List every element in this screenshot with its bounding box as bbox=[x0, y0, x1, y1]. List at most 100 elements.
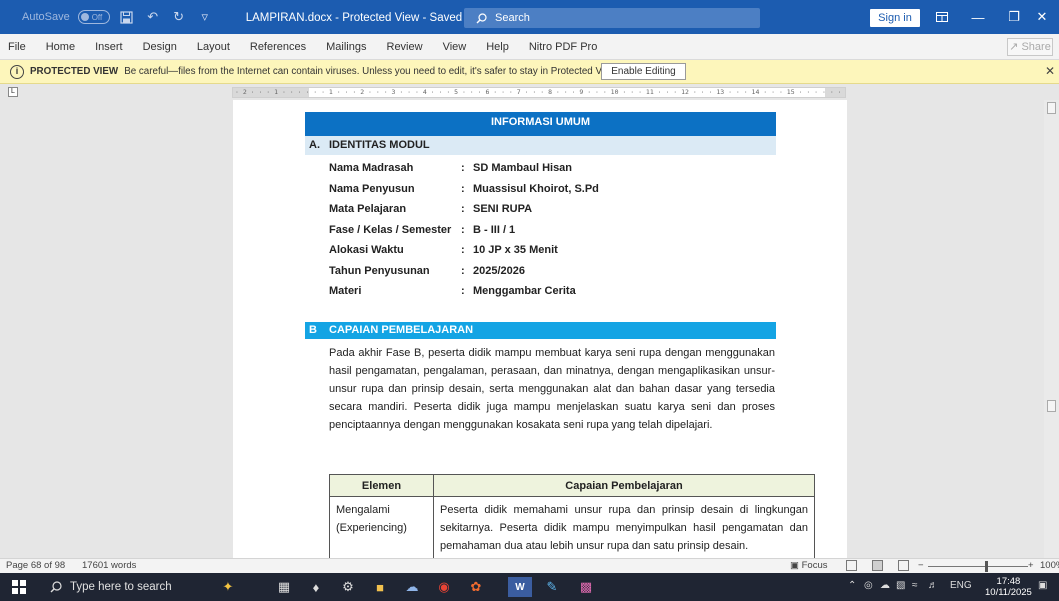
status-bar: Page 68 of 98 17601 words ▣ Focus − + 10… bbox=[0, 558, 1059, 573]
field-label: Materi bbox=[329, 285, 362, 297]
page-count[interactable]: Page 68 of 98 bbox=[6, 560, 65, 571]
tab-help[interactable]: Help bbox=[476, 41, 519, 53]
field-colon: : bbox=[461, 285, 465, 297]
taskbar-search-placeholder: Type here to search bbox=[70, 581, 172, 593]
taskbar-search[interactable]: Type here to search bbox=[40, 575, 200, 599]
tab-references[interactable]: References bbox=[240, 41, 316, 53]
section-letter: B bbox=[309, 324, 317, 336]
sign-in-button[interactable]: Sign in bbox=[870, 9, 920, 27]
zoom-level[interactable]: 100% bbox=[1040, 560, 1059, 571]
zoom-slider[interactable] bbox=[928, 566, 1028, 567]
table-header: Capaian Pembelajaran bbox=[433, 474, 815, 497]
page-title: INFORMASI UMUM bbox=[305, 112, 776, 136]
tab-selector[interactable]: L bbox=[8, 87, 18, 97]
tab-insert[interactable]: Insert bbox=[85, 41, 133, 53]
zoom-in-icon[interactable]: + bbox=[1028, 560, 1034, 571]
document-page[interactable]: INFORMASI UMUM A. IDENTITAS MODUL Nama Ma… bbox=[233, 100, 847, 558]
ruler-area: L · 2 · · · 1 · · · · · · 1 · · · 2 · · … bbox=[0, 84, 1059, 100]
share-button[interactable]: ↗ Share bbox=[1007, 38, 1053, 56]
chrome-icon[interactable]: ◉ bbox=[434, 577, 454, 597]
task-view-icon[interactable]: ▦ bbox=[274, 577, 294, 597]
copilot-sparkle-icon[interactable]: ✦ bbox=[218, 577, 238, 597]
title-bar: AutoSave Off ↶ ↻ ▿ LAMPIRAN.docx - Prote… bbox=[0, 0, 1059, 34]
enable-editing-button[interactable]: Enable Editing bbox=[601, 63, 686, 80]
ruler-ticks: · 2 · · · 1 · · · · · · 1 · · · 2 · · · … bbox=[235, 88, 846, 96]
volume-icon[interactable]: ♬ bbox=[928, 580, 938, 591]
tab-design[interactable]: Design bbox=[133, 41, 187, 53]
tray-app-icon[interactable]: ◎ bbox=[864, 580, 873, 591]
word-app-icon[interactable]: W bbox=[508, 577, 532, 597]
field-colon: : bbox=[461, 224, 465, 236]
search-input[interactable]: Search bbox=[464, 8, 760, 28]
field-value: B - III / 1 bbox=[473, 224, 516, 236]
section-letter: A. bbox=[309, 139, 320, 151]
tab-file[interactable]: File bbox=[0, 41, 36, 53]
protected-view-message: Be careful—files from the Internet can c… bbox=[124, 66, 619, 77]
focus-button[interactable]: ▣ Focus bbox=[790, 560, 828, 571]
field-colon: : bbox=[461, 203, 465, 215]
table-row: Mengalami (Experiencing) Peserta didik m… bbox=[329, 496, 815, 558]
field-label: Nama Penyusun bbox=[329, 183, 415, 195]
share-label: Share bbox=[1021, 41, 1051, 53]
show-hidden-icons[interactable]: ⌃ bbox=[848, 580, 856, 591]
tab-mailings[interactable]: Mailings bbox=[316, 41, 376, 53]
protected-view-bar: i PROTECTED VIEW Be careful—files from t… bbox=[0, 60, 1059, 84]
field-label: Nama Madrasah bbox=[329, 162, 414, 174]
word-count[interactable]: 17601 words bbox=[82, 560, 136, 571]
close-icon[interactable]: ✕ bbox=[1024, 0, 1059, 34]
vertical-scrollbar[interactable] bbox=[1044, 100, 1059, 558]
horizontal-ruler[interactable]: · 2 · · · 1 · · · · · · 1 · · · 2 · · · … bbox=[232, 87, 846, 98]
ribbon-display-icon[interactable] bbox=[924, 0, 960, 34]
field-label: Fase / Kelas / Semester bbox=[329, 224, 452, 236]
field-colon: : bbox=[461, 244, 465, 256]
field-value: Menggambar Cerita bbox=[473, 285, 576, 297]
battery-icon[interactable]: ▧ bbox=[896, 580, 905, 591]
system-clock[interactable]: 17:48 10/11/2025 bbox=[985, 576, 1032, 598]
autosave-label: AutoSave bbox=[22, 11, 70, 23]
field-label: Mata Pelajaran bbox=[329, 203, 407, 215]
field-row: Materi : Menggambar Cerita bbox=[329, 283, 769, 299]
field-row: Alokasi Waktu : 10 JP x 35 Menit bbox=[329, 242, 769, 258]
close-icon[interactable]: ✕ bbox=[1045, 64, 1055, 78]
save-icon[interactable] bbox=[118, 8, 136, 26]
winrar-icon[interactable]: ▩ bbox=[576, 577, 596, 597]
tab-nitro-pdf[interactable]: Nitro PDF Pro bbox=[519, 41, 607, 53]
file-explorer-icon[interactable]: ■ bbox=[370, 577, 390, 597]
field-row: Tahun Penyusunan : 2025/2026 bbox=[329, 263, 769, 279]
tab-layout[interactable]: Layout bbox=[187, 41, 240, 53]
zoom-slider-thumb[interactable] bbox=[985, 561, 988, 572]
paint-icon[interactable]: ✎ bbox=[542, 577, 562, 597]
undo-icon[interactable]: ↶ bbox=[144, 8, 162, 26]
photos-icon[interactable]: ☁ bbox=[402, 577, 422, 597]
field-colon: : bbox=[461, 183, 465, 195]
read-mode-icon[interactable] bbox=[846, 560, 857, 571]
settings-gear-icon[interactable]: ⚙ bbox=[338, 577, 358, 597]
notifications-icon[interactable]: ▣ bbox=[1038, 580, 1047, 591]
zoom-out-icon[interactable]: − bbox=[918, 560, 924, 571]
section-title: CAPAIAN PEMBELAJARAN bbox=[329, 324, 474, 336]
customize-toolbar-icon[interactable]: ▿ bbox=[196, 8, 214, 26]
tab-view[interactable]: View bbox=[433, 41, 477, 53]
toggle-dot bbox=[80, 13, 89, 21]
field-row: Nama Madrasah : SD Mambaul Hisan bbox=[329, 160, 769, 176]
table-header: Elemen bbox=[329, 474, 434, 497]
print-layout-icon[interactable] bbox=[872, 560, 883, 571]
wifi-icon[interactable]: ≈ bbox=[912, 580, 918, 591]
autosave-toggle[interactable]: Off bbox=[77, 10, 110, 24]
web-layout-icon[interactable] bbox=[898, 560, 909, 571]
field-value: Muassisul Khoirot, S.Pd bbox=[473, 183, 599, 195]
tab-home[interactable]: Home bbox=[36, 41, 85, 53]
tab-review[interactable]: Review bbox=[377, 41, 433, 53]
language-indicator[interactable]: ENG bbox=[950, 580, 972, 591]
field-label: Tahun Penyusunan bbox=[329, 265, 430, 277]
tray-cloud-icon[interactable]: ☁ bbox=[880, 580, 890, 591]
taskbar: Type here to search ✦ ▦ ♦ ⚙ ■ ☁ ◉ ✿ W ✎ … bbox=[0, 573, 1059, 601]
field-row: Fase / Kelas / Semester : B - III / 1 bbox=[329, 222, 769, 238]
shield-icon[interactable]: ♦ bbox=[306, 577, 326, 597]
document-area: INFORMASI UMUM A. IDENTITAS MODUL Nama Ma… bbox=[0, 100, 1044, 558]
minimize-icon[interactable]: — bbox=[960, 0, 996, 34]
acrobat-icon[interactable]: ✿ bbox=[466, 577, 486, 597]
windows-start-icon[interactable] bbox=[12, 580, 26, 594]
field-row: Nama Penyusun : Muassisul Khoirot, S.Pd bbox=[329, 181, 769, 197]
redo-icon[interactable]: ↻ bbox=[170, 8, 188, 26]
